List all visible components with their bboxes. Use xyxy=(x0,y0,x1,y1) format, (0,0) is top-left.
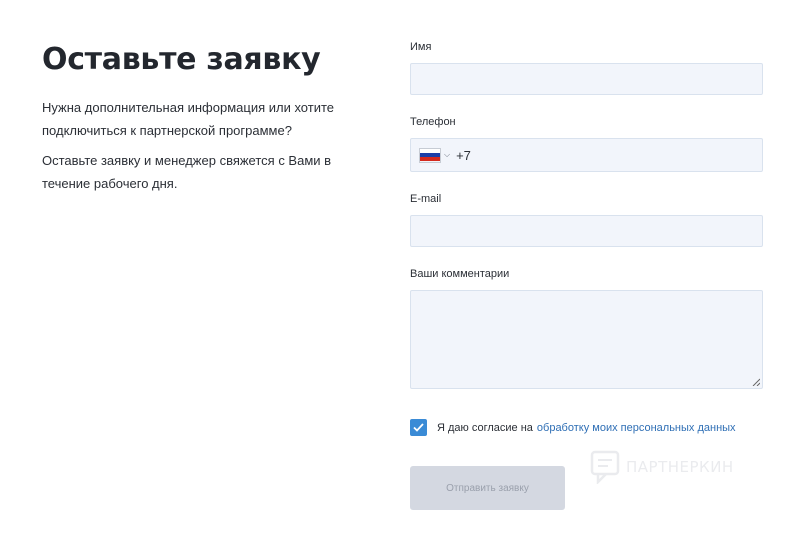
intro-section: Оставьте заявку Нужна дополнительная инф… xyxy=(42,40,342,202)
page-title: Оставьте заявку xyxy=(42,42,321,77)
intro-paragraph-2: Оставьте заявку и менеджер свяжется с Ва… xyxy=(42,153,332,191)
request-form: Имя Телефон ⌵ +7 E-mail Ваши комментарии xyxy=(410,40,763,389)
consent-checkbox[interactable] xyxy=(410,419,427,436)
consent-text: Я даю согласие на xyxy=(437,421,533,434)
name-field[interactable] xyxy=(410,63,763,95)
phone-label: Телефон xyxy=(410,116,456,128)
resize-handle-icon[interactable] xyxy=(752,378,760,386)
consent-row: Я даю согласие на обработку моих персона… xyxy=(410,419,736,436)
comments-label: Ваши комментарии xyxy=(410,268,510,280)
chevron-down-icon[interactable]: ⌵ xyxy=(444,150,450,160)
personal-data-link[interactable]: обработку моих персональных данных xyxy=(537,422,736,434)
request-page: Оставьте заявку Нужна дополнительная инф… xyxy=(0,0,799,536)
ru-flag-icon[interactable] xyxy=(419,147,441,163)
comments-field[interactable] xyxy=(410,290,763,389)
watermark: ПАРТНЕРКИН xyxy=(590,450,734,484)
chat-logo-icon xyxy=(590,450,620,484)
email-label: E-mail xyxy=(410,193,442,205)
submit-button[interactable]: Отправить заявку xyxy=(410,466,565,510)
checkmark-icon xyxy=(413,423,424,432)
intro-paragraph-1: Нужна дополнительная информация или хоти… xyxy=(42,100,334,138)
name-label: Имя xyxy=(410,41,432,53)
email-field[interactable] xyxy=(410,215,763,247)
phone-field[interactable]: ⌵ +7 xyxy=(410,138,763,172)
watermark-text: ПАРТНЕРКИН xyxy=(626,458,734,476)
phone-code: +7 xyxy=(456,147,471,163)
